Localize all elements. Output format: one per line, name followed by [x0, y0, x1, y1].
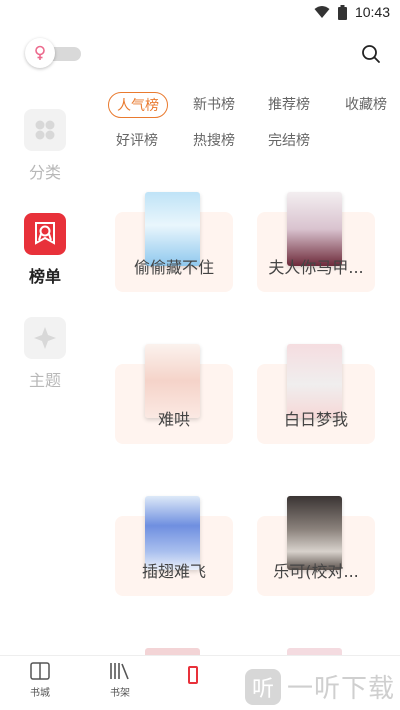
book-title: 夫人你马甲... [268, 258, 364, 277]
book-title: 偷偷藏不住 [133, 258, 214, 277]
tab-popular[interactable]: 人气榜 [108, 92, 168, 118]
book-open-icon [30, 662, 50, 680]
bottom-nav-active-icon[interactable] [188, 666, 198, 684]
gender-toggle[interactable] [25, 38, 81, 68]
book-card[interactable]: 白日梦我 [257, 344, 375, 444]
watermark-text: 一听下载 [287, 674, 396, 704]
tab-rated[interactable]: 好评榜 [108, 128, 166, 154]
grid-icon [24, 109, 66, 151]
tab-finished[interactable]: 完结榜 [260, 128, 318, 154]
theme-icon [24, 317, 66, 359]
search-icon [362, 45, 380, 63]
book-title: 难哄 [157, 410, 190, 429]
watermark: 听 一听下载 [245, 668, 395, 705]
book-title: 插翅难飞 [141, 562, 206, 581]
side-item-label: 榜单 [28, 267, 61, 286]
status-time: 10:43 [354, 4, 390, 20]
tab-favorite[interactable]: 收藏榜 [337, 92, 395, 118]
search-button[interactable] [358, 41, 384, 67]
side-item-ranking[interactable]: 榜单 [0, 213, 90, 293]
book-title: 白日梦我 [283, 410, 348, 429]
side-item-theme[interactable]: 主题 [0, 317, 90, 397]
book-card[interactable]: 插翅难飞 [115, 496, 233, 596]
bottom-nav-bookstore[interactable]: 书城 [10, 662, 70, 699]
tab-recommend[interactable]: 推荐榜 [260, 92, 318, 118]
book-card[interactable]: 乐可(校对... [257, 496, 375, 596]
tab-new[interactable]: 新书榜 [185, 92, 243, 118]
side-item-category[interactable]: 分类 [0, 109, 90, 189]
bottom-nav-label: 书城 [30, 688, 50, 699]
bottom-nav-bookshelf[interactable]: 书架 [90, 662, 150, 699]
bookshelf-icon [110, 663, 129, 680]
female-icon [35, 45, 45, 60]
side-item-label: 主题 [28, 371, 61, 390]
book-title: 乐可(校对... [273, 562, 359, 581]
side-item-label: 分类 [28, 163, 61, 182]
wifi-icon [314, 6, 330, 18]
book-card[interactable]: 偷偷藏不住 [115, 192, 233, 292]
battery-icon [337, 4, 347, 20]
status-icons: 10:43 [314, 4, 390, 20]
book-card[interactable]: 夫人你马甲... [257, 192, 375, 292]
tab-hot-search[interactable]: 热搜榜 [185, 128, 243, 154]
watermark-logo: 听 [245, 668, 281, 705]
toggle-knob [25, 38, 55, 68]
bottom-nav-label: 书架 [110, 688, 130, 699]
book-card[interactable]: 难哄 [115, 344, 233, 444]
rank-badge-icon [24, 213, 66, 255]
status-bar: 10:43 [0, 0, 400, 26]
